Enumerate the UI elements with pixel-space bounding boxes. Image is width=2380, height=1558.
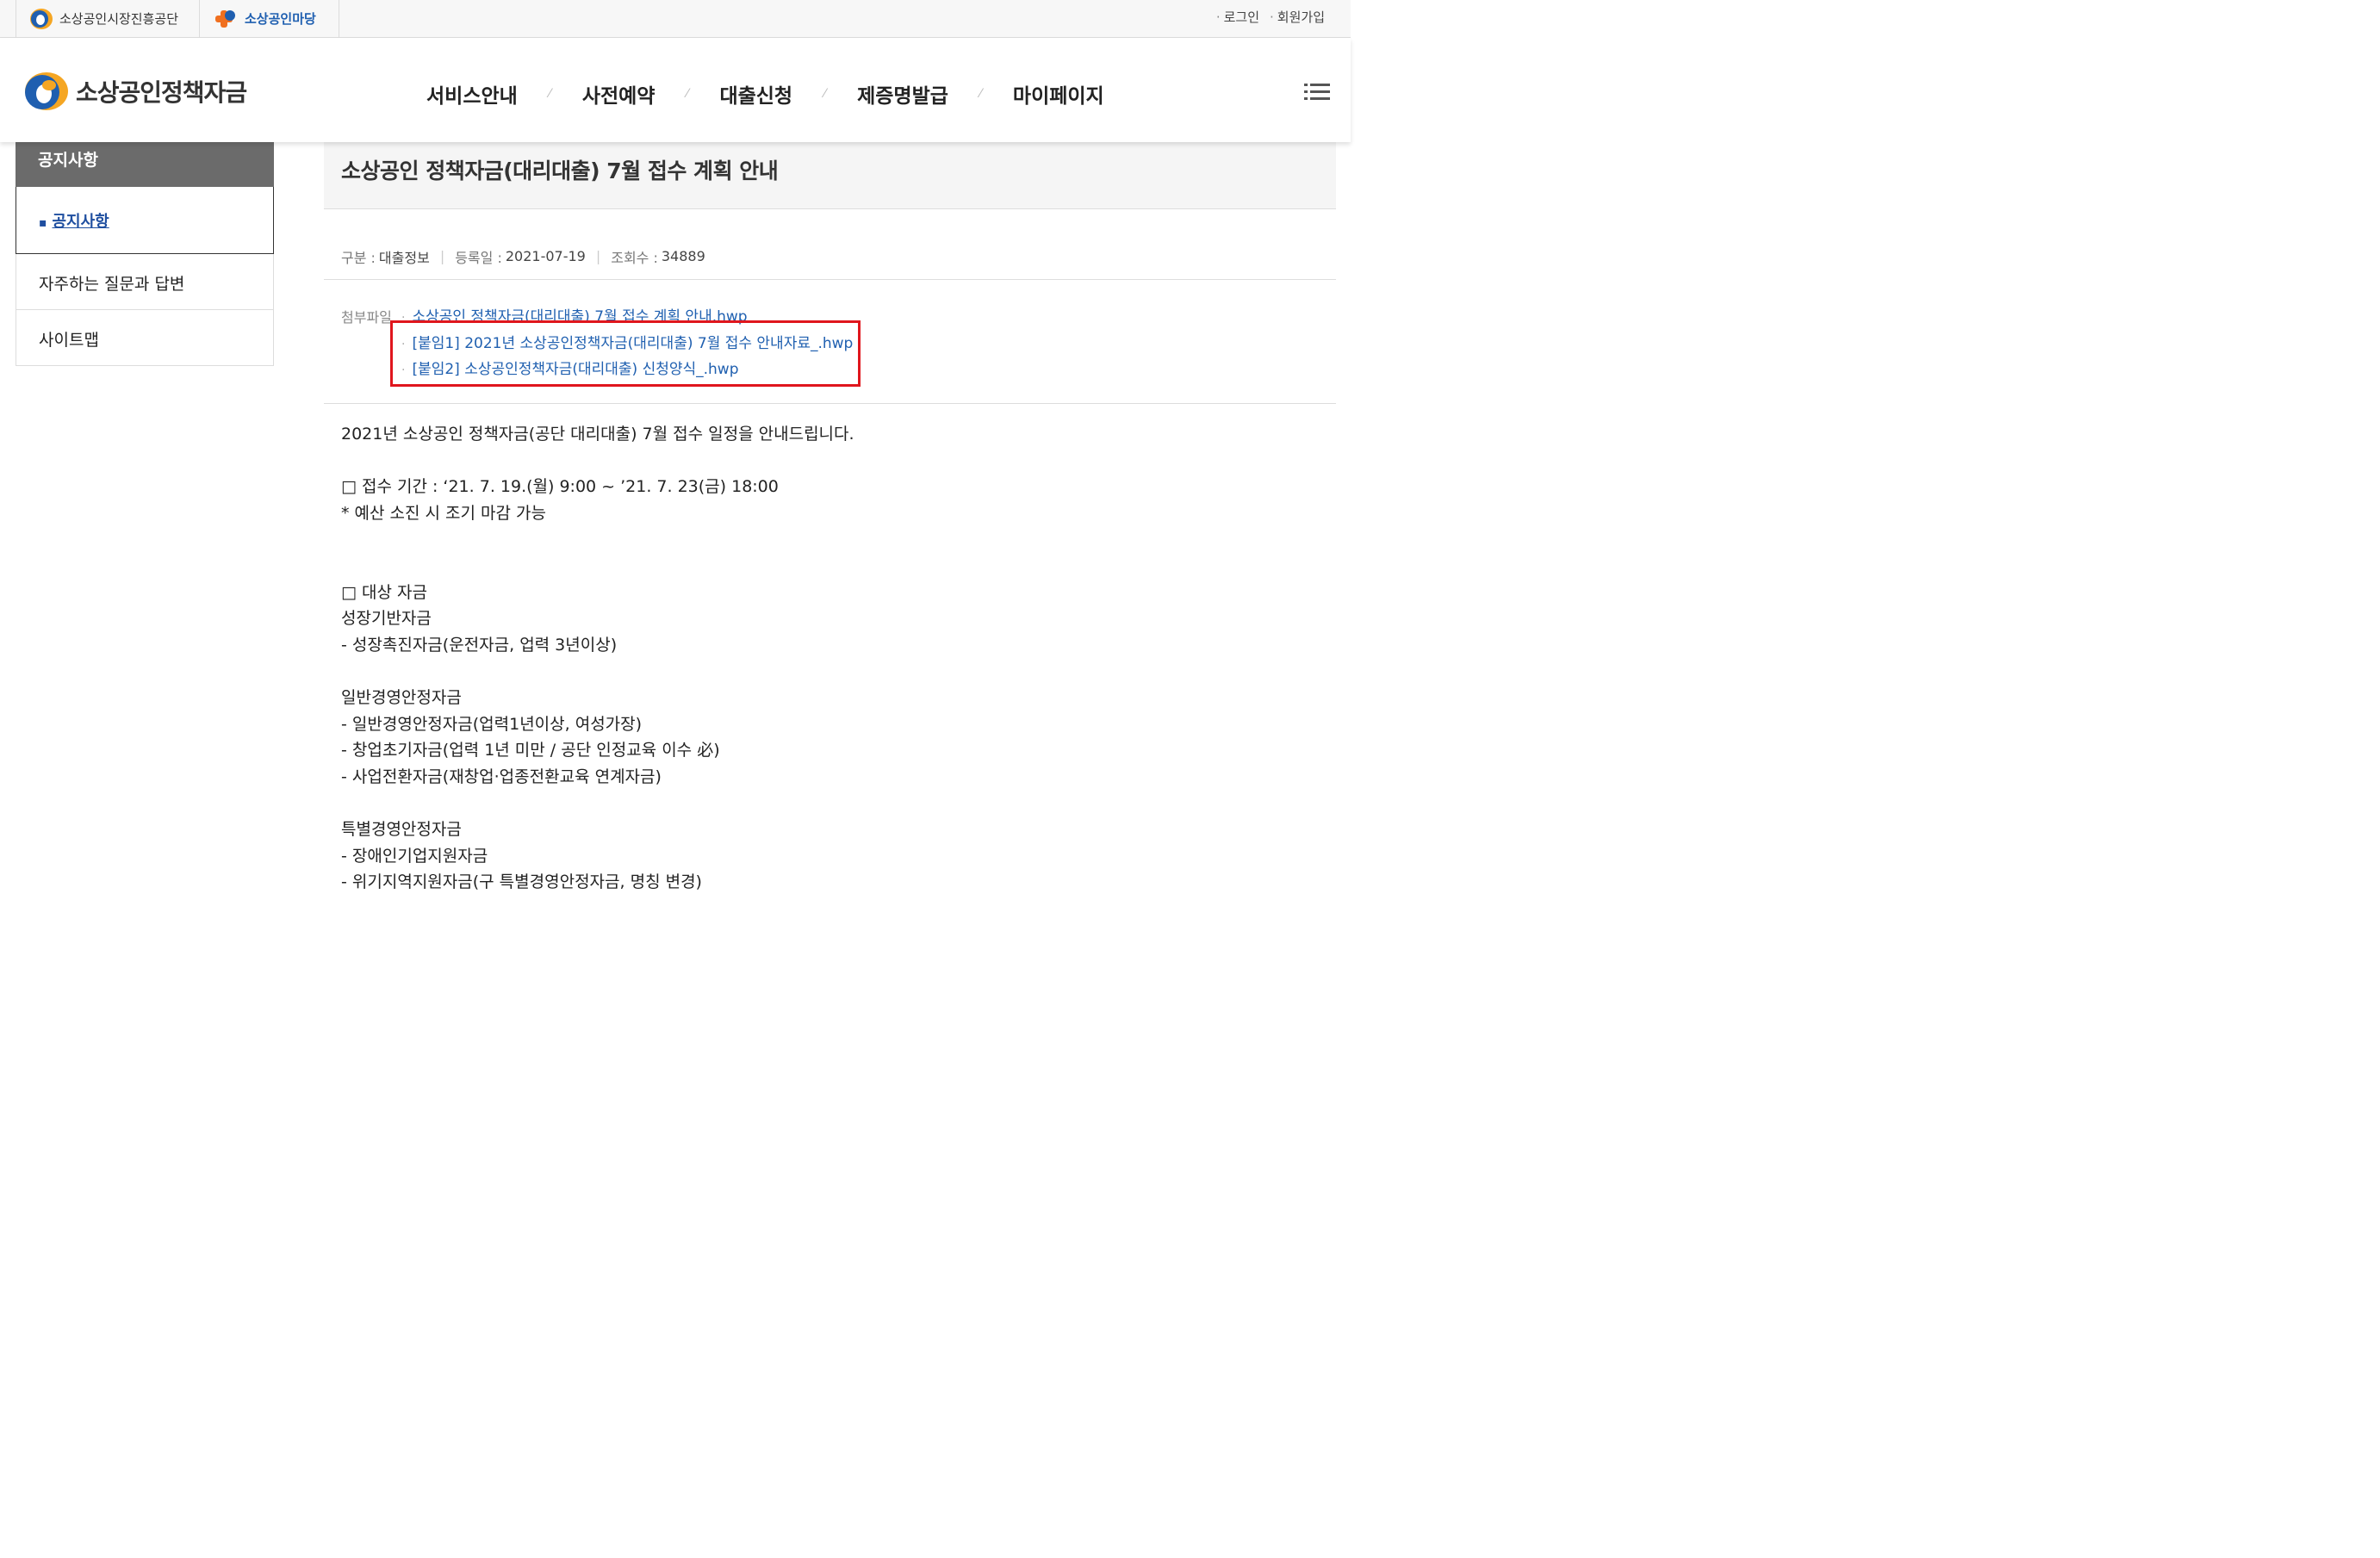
top-utility-bar: 소상공인시장진흥공단 소상공인마당 로그인 회원가입 <box>0 0 1351 38</box>
main-header: 소상공인정책자금 서비스안내 ⁄ 사전예약 ⁄ 대출신청 ⁄ 제증명발급 ⁄ 마… <box>0 38 1351 142</box>
global-nav: 서비스안내 ⁄ 사전예약 ⁄ 대출신청 ⁄ 제증명발급 ⁄ 마이페이지 <box>426 79 1104 109</box>
body-line: - 사업전환자금(재창업·업종전환교육 연계자금) <box>341 767 662 786</box>
body-line: - 창업초기자금(업력 1년 미만 / 공단 인정교육 이수 必) <box>341 741 720 760</box>
nav-divider: ⁄ <box>979 87 982 101</box>
body-line <box>341 658 1336 685</box>
body-line: - 장애인기업지원자금 <box>341 846 488 866</box>
semas-logo-icon <box>30 8 53 29</box>
body-line: 특별경영안정자금 <box>341 819 462 839</box>
post-title: 소상공인 정책자금(대리대출) 7월 접수 계획 안내 <box>324 142 1336 209</box>
views-value: 34889 <box>661 248 705 264</box>
sbiz-site-label: 소상공인마당 <box>245 11 316 27</box>
sidebar-item-notice-label[interactable]: 공지사항 <box>53 213 109 231</box>
site-logo[interactable]: 소상공인정책자금 <box>21 71 247 112</box>
attachments-label: 첨부파일 <box>341 309 392 326</box>
attachments: 첨부파일 소상공인 정책자금(대리대출) 7월 접수 계획 안내.hwp [붙임… <box>324 280 1336 404</box>
sidebar-item-notice[interactable]: ▪ 공지사항 <box>16 187 274 254</box>
sidebar-item-sitemap[interactable]: 사이트맵 <box>16 310 274 366</box>
semas-site-label: 소상공인시장진흥공단 <box>59 11 179 27</box>
meta-divider: | <box>439 248 445 264</box>
body-line <box>341 790 1336 816</box>
date-key: 등록일 : <box>455 249 502 266</box>
body-line: - 일반경영안정자금(업력1년이상, 여성가장) <box>341 714 643 734</box>
meta-divider: | <box>595 248 601 264</box>
post-content: 소상공인 정책자금(대리대출) 7월 접수 계획 안내 구분 : 대출정보 | … <box>324 142 1336 896</box>
policy-fund-logo-icon <box>25 72 68 110</box>
body-line: □ 접수 기간 : ‘21. 7. 19.(월) 9:00 ~ ’21. 7. … <box>341 477 779 497</box>
body-line <box>341 526 1336 553</box>
post-body: 2021년 소상공인 정책자금(공단 대리대출) 7월 접수 일정을 안내드립니… <box>324 404 1336 896</box>
sidebar: 공지사항 ▪ 공지사항 자주하는 질문과 답변 사이트맵 <box>16 142 274 366</box>
post-meta: 구분 : 대출정보 | 등록일 : 2021-07-19 | 조회수 : 348… <box>324 209 1336 280</box>
nav-divider: ⁄ <box>549 87 551 101</box>
body-line <box>341 553 1336 580</box>
body-line: □ 대상 자금 <box>341 582 427 602</box>
nav-divider: ⁄ <box>686 87 689 101</box>
sbiz-plus-logo-icon <box>215 9 235 28</box>
sidebar-item-faq[interactable]: 자주하는 질문과 답변 <box>16 254 274 310</box>
hamburger-menu-icon[interactable] <box>1304 83 1330 102</box>
body-line: * 예산 소진 시 조기 마감 가능 <box>341 503 547 523</box>
body-line: 2021년 소상공인 정책자금(공단 대리대출) 7월 접수 일정을 안내드립니… <box>341 425 854 444</box>
signup-link[interactable]: 회원가입 <box>1270 8 1325 26</box>
category-value: 대출정보 <box>378 249 430 266</box>
sbiz-site-link[interactable]: 소상공인마당 <box>200 0 339 37</box>
sidebar-heading: 공지사항 <box>16 142 274 187</box>
body-line: - 위기지역지원자금(구 특별경영안정자금, 명칭 변경) <box>341 872 702 892</box>
nav-pre-reservation[interactable]: 사전예약 <box>582 79 656 109</box>
body-line <box>341 448 1336 475</box>
nav-service-info[interactable]: 서비스안내 <box>426 79 518 109</box>
body-line: - 성장촉진자금(운전자금, 업력 3년이상) <box>341 635 618 655</box>
body-line: 성장기반자금 <box>341 609 432 629</box>
semas-site-link[interactable]: 소상공인시장진흥공단 <box>16 0 200 37</box>
nav-divider: ⁄ <box>823 87 826 101</box>
nav-mypage[interactable]: 마이페이지 <box>1013 79 1104 109</box>
bullet-icon: ▪ <box>39 216 47 230</box>
date-value: 2021-07-19 <box>505 248 586 264</box>
logo-text: 소상공인정책자금 <box>76 78 247 107</box>
highlight-box <box>390 320 861 387</box>
body-line: 일반경영안정자금 <box>341 687 462 707</box>
category-key: 구분 : <box>341 249 376 266</box>
login-link[interactable]: 로그인 <box>1216 8 1259 26</box>
views-key: 조회수 : <box>611 249 658 266</box>
nav-certificates[interactable]: 제증명발급 <box>857 79 948 109</box>
nav-loan-application[interactable]: 대출신청 <box>719 79 792 109</box>
